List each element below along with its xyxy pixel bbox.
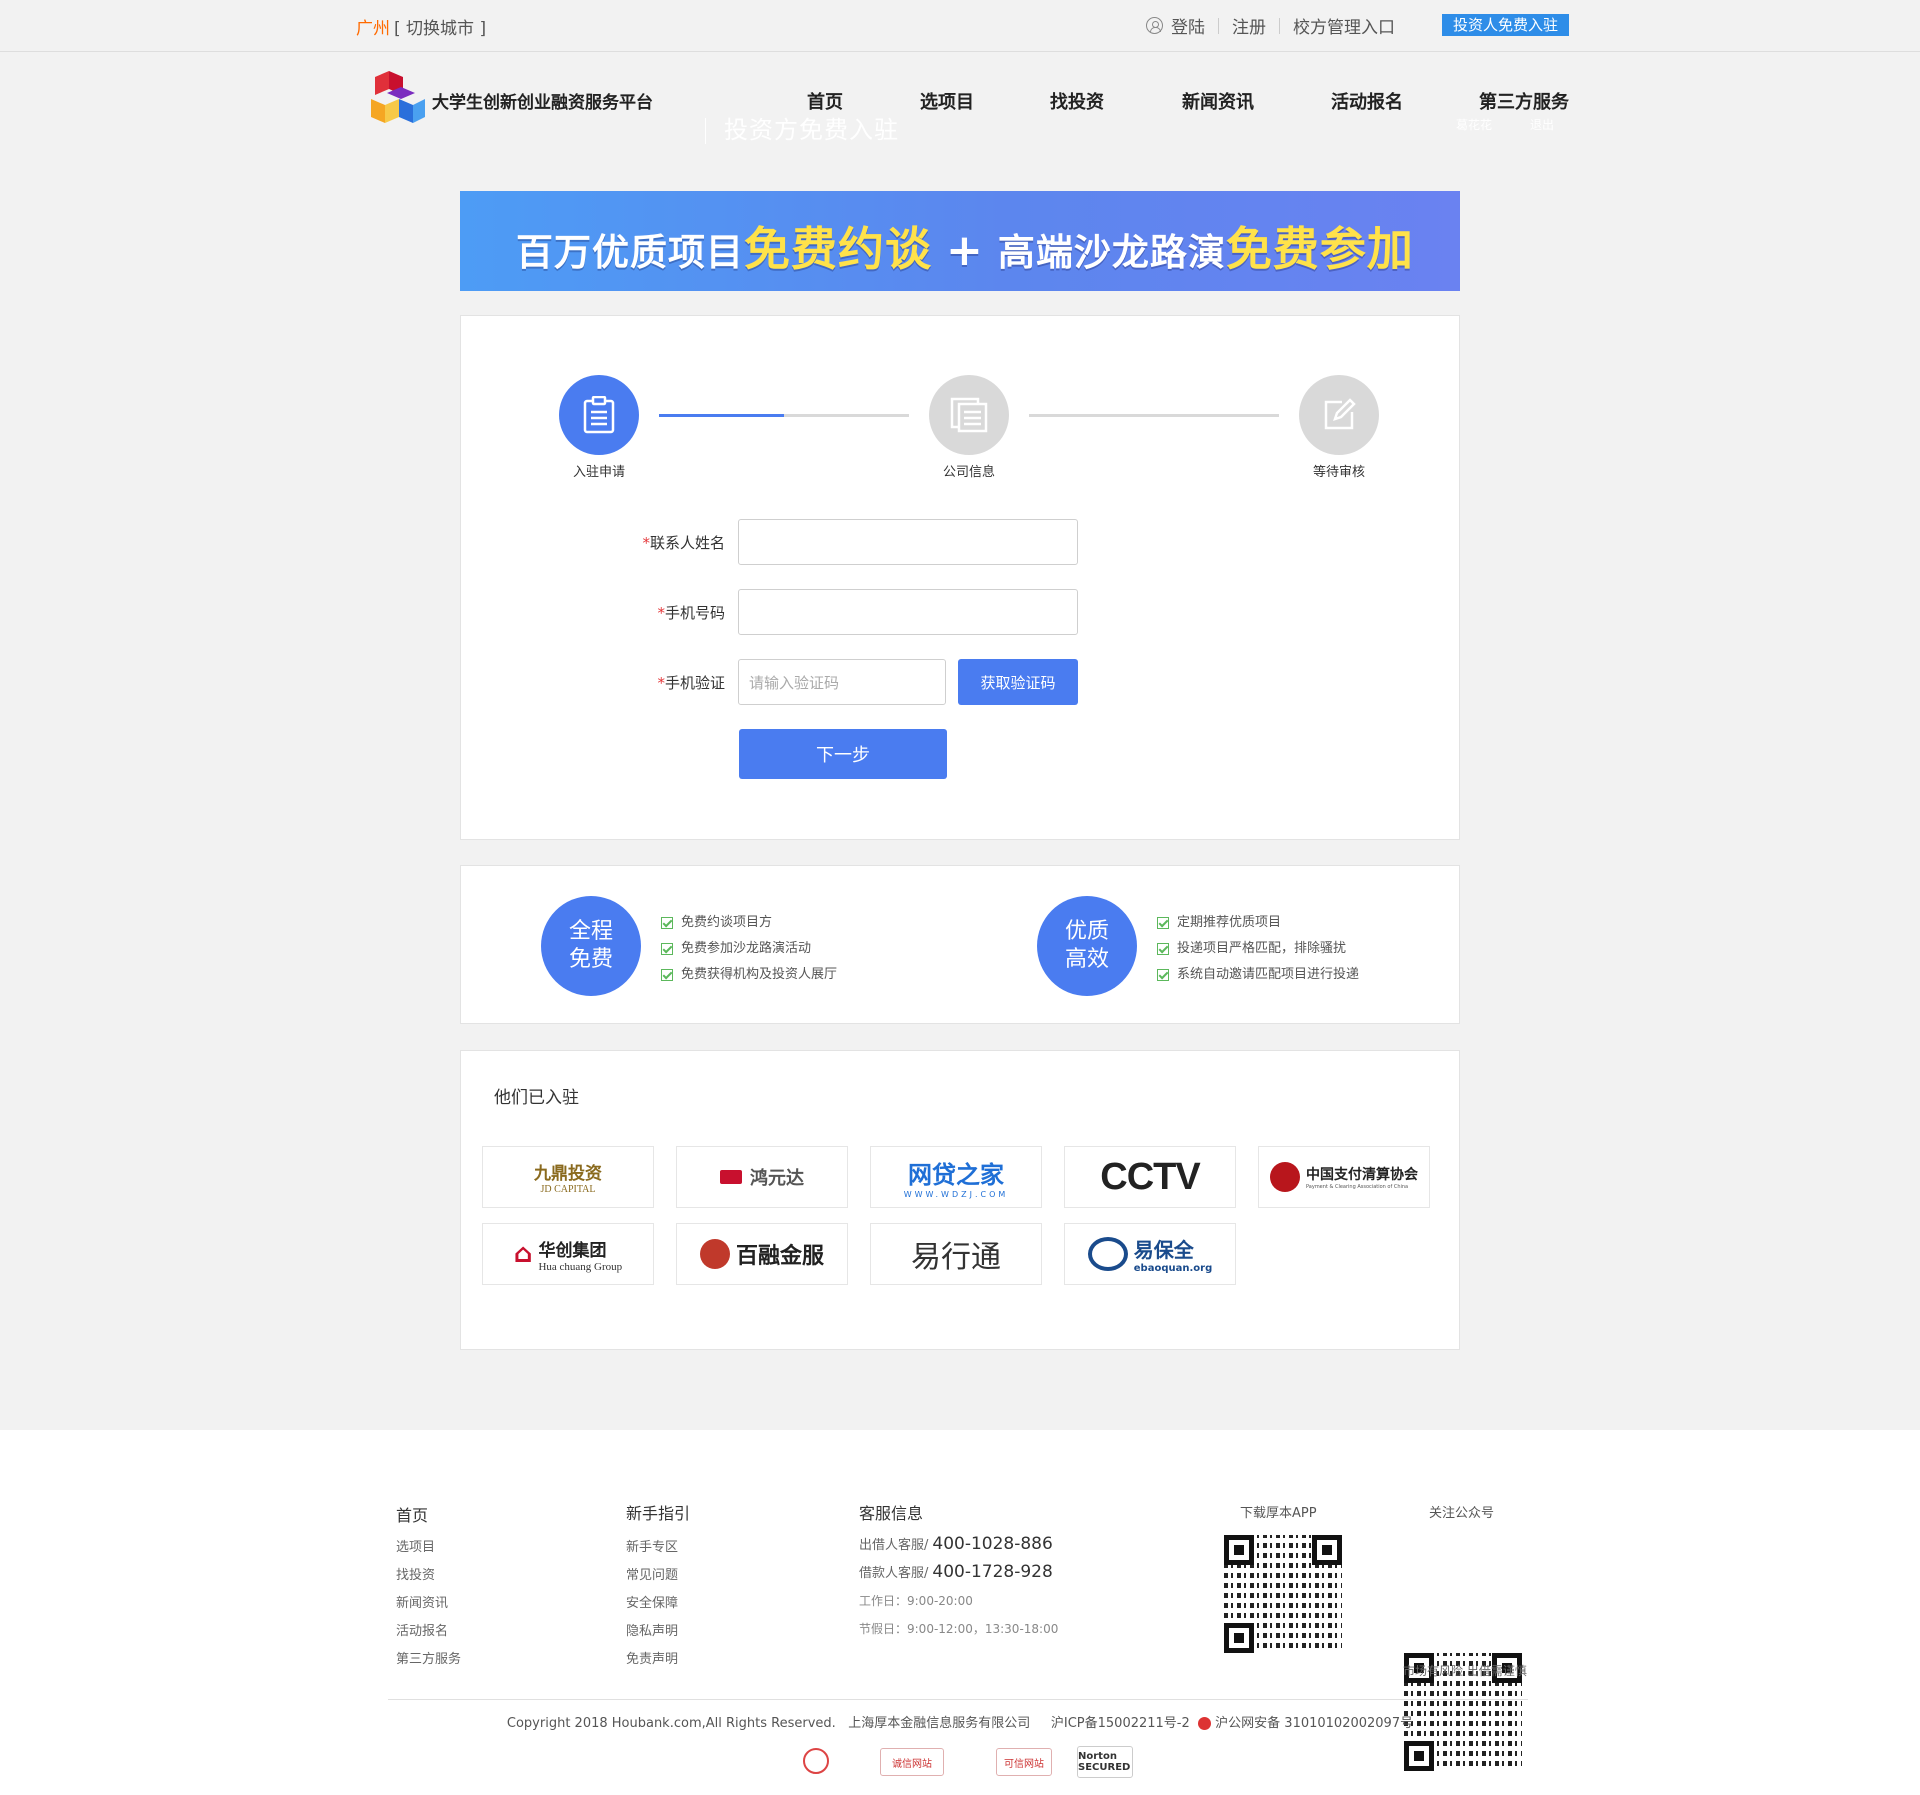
name-label: *联系人姓名 (642, 534, 725, 552)
copyright-line: Copyright 2018 Houbank.com,All Rights Re… (506, 1716, 1414, 1731)
footer-link[interactable]: 免责声明 (626, 1648, 678, 1667)
current-city: 广州 (356, 19, 390, 39)
promo-banner[interactable]: 百万优质项目免费约谈 + 高端沙龙路演免费参加 (460, 191, 1460, 291)
ghost-page-title: 投资方免费入驻 (705, 110, 899, 145)
divider (1279, 17, 1280, 34)
footer-divider (388, 1699, 1528, 1700)
step-1-label: 入驻申请 (572, 465, 625, 480)
site-name: 大学生创新创业融资服务平台 (432, 93, 653, 113)
partner-logo-huachuang[interactable]: ⌂ 华创集团 Hua chuang Group (482, 1223, 654, 1285)
holiday-hours: 节假日：9:00-12:00，13:30-18:00 (859, 1622, 1059, 1636)
list-item: 免费获得机构及投资人展厅 (661, 962, 837, 988)
list-item: 投递项目严格匹配，排除骚扰 (1157, 936, 1359, 962)
check-icon (661, 917, 673, 929)
ghost-user-link[interactable]: 葛花花 (1456, 116, 1492, 133)
investor-join-button[interactable]: 投资人免费入驻 (1442, 14, 1569, 36)
workday-hours: 工作日：9:00-20:00 (859, 1594, 973, 1608)
gov-seal-badge[interactable] (803, 1748, 829, 1774)
user-icon (1146, 17, 1163, 34)
step-2-circle (929, 375, 1009, 455)
partners-title: 他们已入驻 (494, 1088, 579, 1108)
partner-logo-wdzj[interactable]: 网贷之家 WWW.WDZJ.COM (870, 1146, 1042, 1208)
benefit-1-circle: 全程 免费 (541, 896, 641, 996)
footer-link[interactable]: 常见问题 (626, 1564, 678, 1583)
app-qr-code[interactable] (1224, 1535, 1342, 1653)
footer-link[interactable]: 第三方服务 (396, 1648, 461, 1667)
check-icon (661, 969, 673, 981)
credit-badge[interactable]: 诚信网站 (880, 1748, 944, 1776)
partner-logo-cctv[interactable]: CCTV (1064, 1146, 1236, 1208)
phone-label: *手机号码 (657, 604, 725, 622)
nav-news[interactable]: 新闻资讯 (1182, 88, 1254, 114)
step-2-label: 公司信息 (942, 465, 995, 480)
footer (0, 1430, 1920, 1795)
benefit-1-list: 免费约谈项目方 免费参加沙龙路演活动 免费获得机构及投资人展厅 (661, 910, 837, 988)
nav-events[interactable]: 活动报名 (1331, 88, 1403, 114)
trusted-site-badge[interactable]: 可信网站 (996, 1748, 1052, 1776)
document-icon (950, 397, 988, 433)
partner-logo-bairong[interactable]: 百融金服 (676, 1223, 848, 1285)
next-step-button[interactable]: 下一步 (739, 729, 947, 779)
benefit-2-circle: 优质 高效 (1037, 896, 1137, 996)
list-item: 系统自动邀请匹配项目进行投递 (1157, 962, 1359, 988)
borrower-service: 借款人客服/400-1728-928 (859, 1562, 1053, 1582)
benefit-2-list: 定期推荐优质项目 投递项目严格匹配，排除骚扰 系统自动邀请匹配项目进行投递 (1157, 910, 1359, 988)
school-entry-link[interactable]: 校方管理入口 (1293, 13, 1395, 38)
step-1-circle (559, 375, 639, 455)
partner-logo-jd-capital[interactable]: 九鼎投资 JD CAPITAL (482, 1146, 654, 1208)
footer-link[interactable]: 找投资 (396, 1564, 435, 1583)
ghost-logout-link[interactable]: 退出 (1530, 116, 1554, 133)
app-download-title: 下载厚本APP (1240, 1506, 1317, 1521)
list-item: 免费参加沙龙路演活动 (661, 936, 837, 962)
step-connector-1 (659, 414, 909, 417)
list-item: 免费约谈项目方 (661, 910, 837, 936)
check-icon (661, 943, 673, 955)
partner-logo-hongyuanda[interactable]: 鸿元达 (676, 1146, 848, 1208)
step-3-label: 等待审核 (1312, 465, 1365, 480)
norton-badge[interactable]: Norton SECURED (1077, 1746, 1133, 1778)
police-badge-icon (1198, 1717, 1212, 1730)
list-item: 定期推荐优质项目 (1157, 910, 1359, 936)
check-icon (1157, 943, 1169, 955)
edit-icon (1324, 398, 1356, 430)
partner-logo-ebaoquan[interactable]: 易保全 ebaoquan.org (1064, 1223, 1236, 1285)
footer-link[interactable]: 安全保障 (626, 1592, 678, 1611)
contact-name-input[interactable] (738, 519, 1078, 565)
verification-code-input[interactable]: 请输入验证码 (738, 659, 946, 705)
risk-notice: 市场有风险 出借需谨慎 (1403, 1664, 1527, 1678)
wechat-title: 关注公众号 (1429, 1506, 1495, 1521)
nav-home[interactable]: 首页 (807, 88, 843, 114)
nav-investment[interactable]: 找投资 (1050, 88, 1104, 114)
nav-third-party[interactable]: 第三方服务 (1479, 88, 1569, 114)
nav-projects[interactable]: 选项目 (920, 88, 974, 114)
city-selector[interactable]: 广州[ 切换城市 ] (356, 14, 486, 39)
footer-link[interactable]: 新闻资讯 (396, 1592, 448, 1611)
footer-link[interactable]: 选项目 (396, 1536, 435, 1555)
verify-label: *手机验证 (657, 674, 725, 692)
partner-logo-pcac[interactable]: 中国支付清算协会 Payment & Clearing Association … (1258, 1146, 1430, 1208)
footer-link[interactable]: 活动报名 (396, 1620, 448, 1639)
register-link[interactable]: 注册 (1232, 13, 1266, 38)
site-logo[interactable] (367, 69, 429, 131)
footer-link[interactable]: 新手专区 (626, 1536, 678, 1555)
switch-city-link[interactable]: [ 切换城市 ] (394, 19, 486, 39)
clipboard-icon (583, 396, 615, 434)
step-connector-2 (1029, 414, 1279, 417)
footer-guide-title: 新手指引 (626, 1504, 691, 1523)
top-bar (0, 0, 1920, 52)
banner-text: 百万优质项目免费约谈 + 高端沙龙路演免费参加 (516, 222, 1414, 276)
step-3-circle (1299, 375, 1379, 455)
login-link[interactable]: 登陆 (1171, 13, 1205, 38)
divider (1218, 17, 1219, 34)
partner-logo-yixingtong[interactable]: 易行通 (870, 1223, 1042, 1285)
check-icon (1157, 917, 1169, 929)
check-icon (1157, 969, 1169, 981)
top-links: 登陆 注册 校方管理入口 (1146, 13, 1395, 38)
get-code-button[interactable]: 获取验证码 (958, 659, 1078, 705)
footer-service-title: 客服信息 (859, 1504, 924, 1523)
phone-input[interactable] (738, 589, 1078, 635)
lender-service: 出借人客服/400-1028-886 (859, 1534, 1053, 1554)
footer-link[interactable]: 隐私声明 (626, 1620, 678, 1639)
footer-home-link[interactable]: 首页 (396, 1502, 428, 1526)
